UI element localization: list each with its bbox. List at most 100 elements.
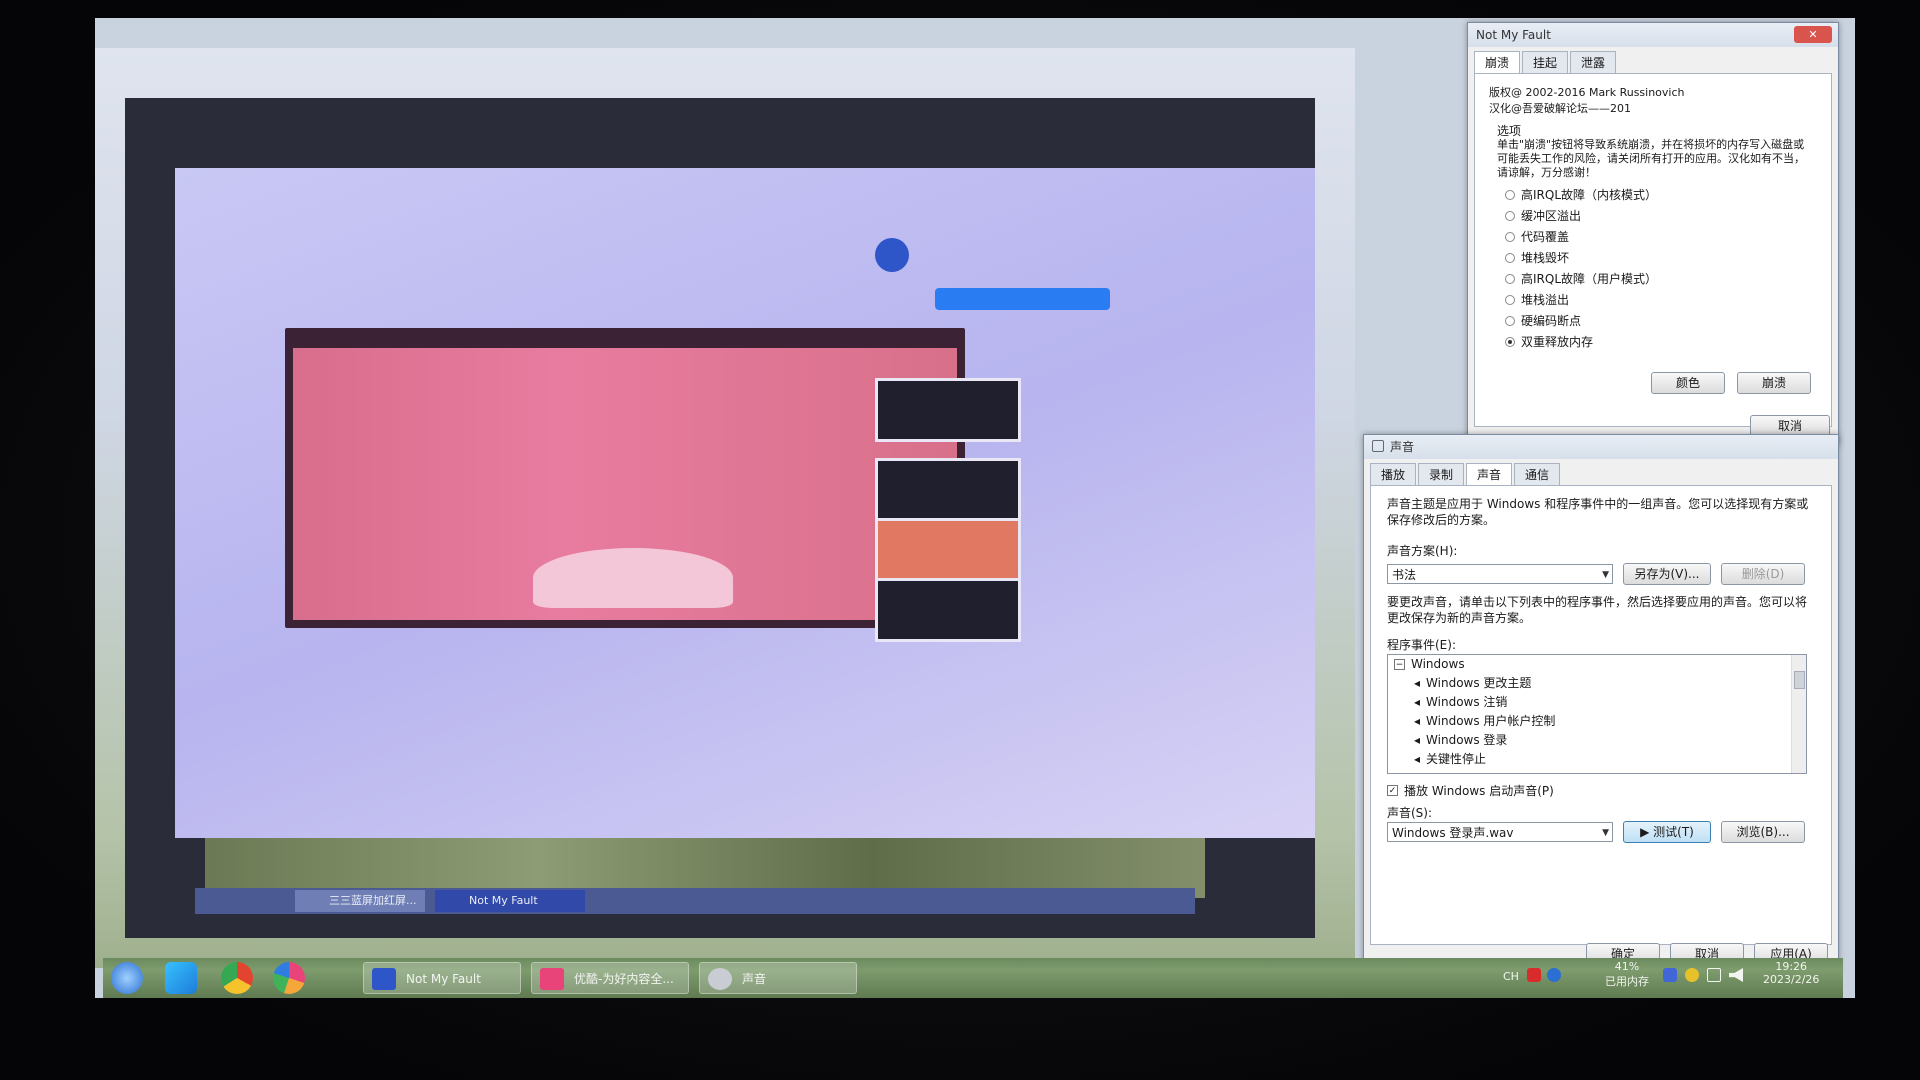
clock-date: 2023/2/26: [1763, 973, 1820, 986]
event-label: Windows 登录: [1426, 733, 1508, 747]
radio-button: [1505, 210, 1515, 221]
option-double-free[interactable]: 双重释放内存: [1505, 333, 1593, 350]
option-code-overwrite[interactable]: 代码覆盖: [1505, 228, 1569, 245]
option-stack-trash[interactable]: 堆栈毁坏: [1505, 249, 1569, 266]
memory-label: 已用内存: [1605, 975, 1649, 988]
events-scrollbar[interactable]: [1791, 655, 1806, 773]
speaker-icon: ◂: [1414, 733, 1421, 747]
copyright-text: 版权@ 2002-2016 Mark Russinovich: [1489, 86, 1685, 99]
test-button[interactable]: ▶ 测试(T): [1623, 821, 1711, 843]
list-item[interactable]: ◂ Windows 用户帐户控制: [1388, 712, 1806, 731]
option-label: 代码覆盖: [1521, 230, 1570, 244]
chevron-down-icon: ▼: [1602, 828, 1609, 838]
scheme-select[interactable]: 书法 ▼: [1387, 564, 1613, 584]
app-tray-icon[interactable]: [1663, 968, 1677, 982]
help-icon[interactable]: [1547, 968, 1561, 982]
clock[interactable]: 19:26 2023/2/26: [1763, 960, 1819, 986]
inner-screen: [175, 168, 1315, 838]
list-item[interactable]: ◂ Windows 注销: [1388, 693, 1806, 712]
save-as-button[interactable]: 另存为(V)...: [1623, 563, 1711, 585]
language-indicator[interactable]: CH: [1503, 970, 1519, 983]
follow-button[interactable]: [935, 288, 1110, 310]
sounds-pane: 声音主题是应用于 Windows 和程序事件中的一组声音。您可以选择现有方案或保…: [1370, 485, 1832, 945]
notmyfault-titlebar[interactable]: Not My Fault ✕: [1468, 23, 1838, 47]
radio-button-checked: [1505, 336, 1515, 347]
sound-file-select[interactable]: Windows 登录声.wav ▼: [1387, 822, 1613, 842]
tray-icon[interactable]: [1685, 968, 1699, 982]
color-button[interactable]: 颜色: [1651, 372, 1725, 394]
sound-titlebar[interactable]: 声音: [1364, 435, 1838, 459]
inner-desktop-photo: 三三蓝屏加红屏... Not My Fault: [95, 48, 1355, 968]
list-item[interactable]: ◂ 关键性停止: [1388, 750, 1806, 769]
taskbar-item-sound[interactable]: 声音: [699, 962, 857, 994]
radio-button: [1505, 231, 1515, 242]
option-label: 双重释放内存: [1521, 335, 1594, 349]
tab-leak[interactable]: 泄露: [1570, 51, 1617, 73]
speaker-icon: ◂: [1414, 695, 1421, 709]
notmyfault-tabs: 崩溃 挂起 泄露: [1468, 47, 1838, 73]
sound-file-value: Windows 登录声.wav: [1392, 826, 1514, 840]
scroll-thumb[interactable]: [1794, 671, 1805, 689]
browser-icon[interactable]: [273, 962, 305, 994]
close-button[interactable]: ✕: [1794, 26, 1832, 43]
start-button[interactable]: [111, 962, 143, 994]
startup-sound-checkbox[interactable]: ✓ 播放 Windows 启动声音(P): [1387, 782, 1554, 799]
taskbar-item-label: Not My Fault: [406, 972, 481, 986]
option-label: 堆栈毁坏: [1521, 251, 1570, 265]
radio-button: [1505, 189, 1515, 200]
option-label: 硬编码断点: [1521, 314, 1582, 328]
network-icon[interactable]: [1707, 968, 1721, 982]
taskbar-item-notmyfault[interactable]: Not My Fault: [363, 962, 521, 994]
tab-hang[interactable]: 挂起: [1522, 51, 1569, 73]
tab-communications[interactable]: 通信: [1514, 463, 1561, 485]
checkbox-checked: ✓: [1387, 785, 1398, 796]
list-item[interactable]: ◂ Windows 更改主题: [1388, 674, 1806, 693]
option-stack-overflow[interactable]: 堆栈溢出: [1505, 291, 1569, 308]
volume-icon[interactable]: [1729, 968, 1743, 982]
option-label: 高IRQL故障（内核模式）: [1521, 188, 1658, 202]
radio-button: [1505, 252, 1515, 263]
video-thumbnail[interactable]: [875, 578, 1021, 642]
event-label: Windows: [1411, 657, 1465, 671]
list-item[interactable]: − Windows: [1388, 655, 1806, 674]
taskbar-item-youku[interactable]: 优酷-为好内容全...: [531, 962, 689, 994]
sound-tabs: 播放 录制 声音 通信: [1364, 459, 1838, 485]
video-thumbnail[interactable]: [875, 458, 1021, 522]
option-high-irql-kernel[interactable]: 高IRQL故障（内核模式）: [1505, 186, 1657, 203]
inner-taskbar-item[interactable]: Not My Fault: [435, 890, 585, 912]
localization-text: 汉化@吾爱破解论坛——201: [1489, 102, 1631, 115]
taskbar-item-label: 优酷-为好内容全...: [574, 972, 674, 986]
desktop: 三三蓝屏加红屏... Not My Fault Not My Fault ✕ 崩…: [95, 18, 1855, 998]
media-player-icon[interactable]: [165, 962, 197, 994]
video-player[interactable]: [285, 328, 965, 628]
events-list[interactable]: − Windows ◂ Windows 更改主题 ◂ Windows 注销 ◂ Wind…: [1387, 654, 1807, 774]
scheme-value: 书法: [1392, 568, 1417, 582]
security-icon[interactable]: [1527, 968, 1541, 982]
radio-button: [1505, 273, 1515, 284]
video-thumbnail[interactable]: [875, 378, 1021, 442]
chrome-icon[interactable]: [221, 962, 253, 994]
option-high-irql-user[interactable]: 高IRQL故障（用户模式）: [1505, 270, 1657, 287]
youku-icon: [540, 968, 564, 990]
list-item[interactable]: ◂ Windows 登录: [1388, 731, 1806, 750]
events-label: 程序事件(E):: [1387, 638, 1456, 652]
tab-sounds[interactable]: 声音: [1466, 463, 1513, 485]
tab-crash[interactable]: 崩溃: [1474, 51, 1521, 73]
browse-button[interactable]: 浏览(B)...: [1721, 821, 1805, 843]
warning-text: 单击"崩溃"按钮将导致系统崩溃，并在将损坏的内存写入磁盘或可能丢失工作的风险，请…: [1497, 138, 1805, 179]
video-thumbnail[interactable]: [875, 518, 1021, 582]
inner-monitor: 三三蓝屏加红屏... Not My Fault: [125, 98, 1315, 938]
change-desc-text: 要更改声音，请单击以下列表中的程序事件，然后选择要应用的声音。您可以将更改保存为…: [1387, 595, 1808, 625]
event-label: Windows 注销: [1426, 695, 1508, 709]
event-label: 关键性停止: [1426, 752, 1487, 766]
option-buffer-overflow[interactable]: 缓冲区溢出: [1505, 207, 1581, 224]
tab-recording[interactable]: 录制: [1418, 463, 1465, 485]
startup-checkbox-label: 播放 Windows 启动声音(P): [1404, 784, 1554, 798]
speaker-icon: [708, 968, 732, 990]
crash-button[interactable]: 崩溃: [1737, 372, 1811, 394]
video-subject: [533, 548, 733, 608]
inner-taskbar-item[interactable]: 三三蓝屏加红屏...: [295, 890, 425, 912]
tab-playback[interactable]: 播放: [1370, 463, 1417, 485]
option-hardcoded-breakpoint[interactable]: 硬编码断点: [1505, 312, 1581, 329]
memory-indicator[interactable]: 41% 已用内存: [1605, 960, 1649, 989]
